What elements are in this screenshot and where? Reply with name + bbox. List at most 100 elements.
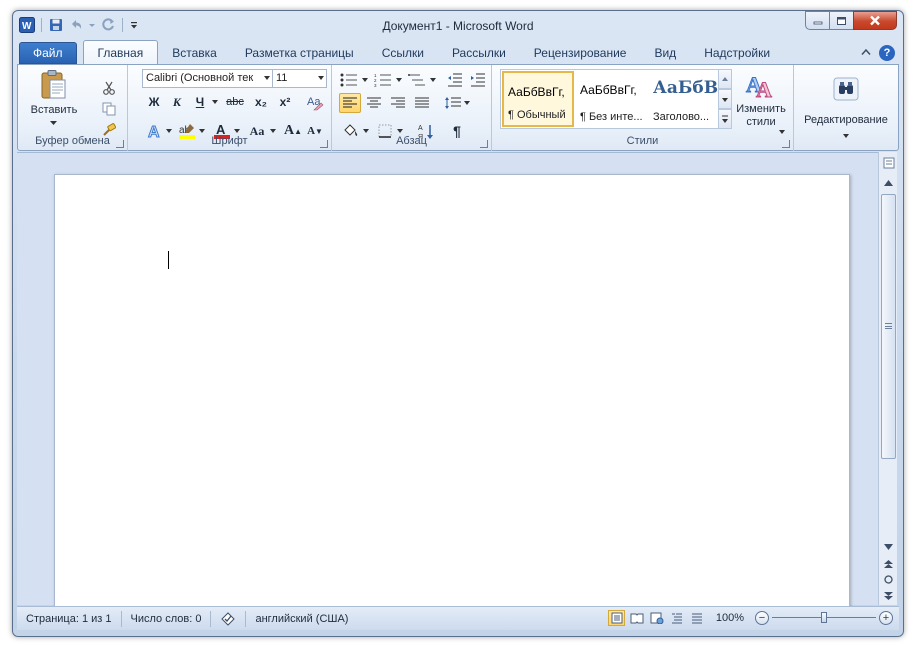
copy-icon[interactable] xyxy=(100,100,118,118)
close-button[interactable] xyxy=(853,11,897,30)
tab-references[interactable]: Ссылки xyxy=(368,42,438,64)
change-styles-icon[interactable]: AA xyxy=(740,69,780,101)
paragraph-launcher-icon[interactable] xyxy=(480,140,488,148)
tab-page-layout[interactable]: Разметка страницы xyxy=(231,42,368,64)
style-normal[interactable]: АаБбВвГг, ¶ Обычный xyxy=(502,71,574,127)
increase-indent-icon[interactable] xyxy=(468,70,488,90)
font-launcher-icon[interactable] xyxy=(320,140,328,148)
tab-insert[interactable]: Вставка xyxy=(158,42,231,64)
gallery-scroll-down-icon[interactable] xyxy=(718,89,732,109)
svg-text:А: А xyxy=(418,125,423,132)
tab-review[interactable]: Рецензирование xyxy=(520,42,641,64)
style-sample: АаБбВвГг, xyxy=(508,85,565,99)
multilevel-list-icon[interactable] xyxy=(406,70,428,90)
paragraph-group: 123 А Я ¶ Абзац xyxy=(332,65,492,151)
page-count-status[interactable]: Страница: 1 из 1 xyxy=(17,610,122,627)
proofing-status[interactable] xyxy=(211,610,247,627)
tab-home[interactable]: Главная xyxy=(82,40,159,64)
paste-button[interactable]: Вставить xyxy=(26,104,82,117)
vertical-scrollbar[interactable] xyxy=(878,152,897,605)
clipboard-launcher-icon[interactable] xyxy=(116,140,124,148)
view-and-zoom-controls: 100% − + xyxy=(608,610,893,626)
previous-page-icon[interactable] xyxy=(881,556,896,571)
chevron-down-icon[interactable] xyxy=(429,70,437,90)
zoom-level[interactable]: 100% xyxy=(708,612,752,624)
style-no-spacing[interactable]: АаБбВвГг, ¶ Без инте... xyxy=(576,71,648,127)
clear-formatting-icon[interactable]: Aa xyxy=(304,91,326,113)
zoom-thumb[interactable] xyxy=(821,612,827,623)
select-browse-object-icon[interactable] xyxy=(881,572,896,587)
minimize-button[interactable] xyxy=(805,11,830,30)
align-left-icon[interactable] xyxy=(339,93,361,113)
editing-dropdown-icon[interactable] xyxy=(842,129,850,142)
paste-dropdown-icon[interactable] xyxy=(48,117,58,130)
chevron-down-icon[interactable] xyxy=(463,93,471,113)
font-name-combo[interactable]: Calibri (Основной тек xyxy=(142,69,273,88)
font-size-combo[interactable]: 11 xyxy=(272,69,327,88)
align-center-icon[interactable] xyxy=(363,93,385,113)
decrease-indent-icon[interactable] xyxy=(445,70,465,90)
gallery-more-icon[interactable] xyxy=(718,109,732,129)
editing-button[interactable]: Редактирование xyxy=(796,114,896,127)
document-area xyxy=(17,152,878,614)
paragraph-group-label: Абзац xyxy=(396,135,427,147)
bold-button[interactable]: Ж xyxy=(144,92,164,112)
style-name: ¶ Без инте... xyxy=(580,111,643,123)
scroll-thumb[interactable] xyxy=(881,194,896,459)
language-status[interactable]: английский (США) xyxy=(246,611,357,627)
print-layout-view-icon[interactable] xyxy=(608,610,625,626)
draft-view-icon[interactable] xyxy=(688,610,705,626)
style-sample: АаБбВ xyxy=(653,78,719,98)
next-page-icon[interactable] xyxy=(881,588,896,603)
maximize-button[interactable] xyxy=(829,11,854,30)
superscript-button[interactable]: x² xyxy=(274,92,296,112)
underline-dropdown-icon[interactable] xyxy=(210,92,220,112)
line-spacing-icon[interactable] xyxy=(442,93,464,113)
paste-icon[interactable] xyxy=(32,68,76,102)
svg-text:A: A xyxy=(756,77,772,100)
cut-icon[interactable] xyxy=(100,79,118,97)
tab-mailings[interactable]: Рассылки xyxy=(438,42,520,64)
word-window: W Документ1 - Microsoft Word Файл Главна… xyxy=(12,10,904,637)
align-right-icon[interactable] xyxy=(387,93,409,113)
numbering-icon[interactable]: 123 xyxy=(372,70,394,90)
zoom-slider[interactable] xyxy=(772,610,876,626)
svg-text:3: 3 xyxy=(374,83,377,87)
chevron-down-icon[interactable] xyxy=(361,70,369,90)
underline-button[interactable]: Ч xyxy=(190,92,210,112)
window-controls xyxy=(805,11,897,30)
scroll-up-icon[interactable] xyxy=(881,175,896,190)
chevron-down-icon[interactable] xyxy=(264,76,270,80)
outline-view-icon[interactable] xyxy=(668,610,685,626)
web-layout-view-icon[interactable] xyxy=(648,610,665,626)
italic-button[interactable]: К xyxy=(167,92,187,112)
chevron-down-icon[interactable] xyxy=(395,70,403,90)
gallery-scroll-up-icon[interactable] xyxy=(718,69,732,89)
strikethrough-button[interactable]: abc xyxy=(223,92,247,112)
chevron-down-icon[interactable] xyxy=(318,76,324,80)
tab-addins[interactable]: Надстройки xyxy=(690,42,784,64)
styles-group: АаБбВвГг, ¶ Обычный АаБбВвГг, ¶ Без инте… xyxy=(492,65,794,151)
word-count-status[interactable]: Число слов: 0 xyxy=(122,610,212,627)
proofing-icon xyxy=(221,611,236,626)
help-icon[interactable]: ? xyxy=(879,45,895,61)
subscript-button[interactable]: x₂ xyxy=(250,92,272,112)
style-name: ¶ Обычный xyxy=(508,109,566,121)
view-ruler-icon[interactable] xyxy=(881,155,896,170)
full-screen-reading-view-icon[interactable] xyxy=(628,610,645,626)
styles-launcher-icon[interactable] xyxy=(782,140,790,148)
tab-view[interactable]: Вид xyxy=(640,42,690,64)
minimize-ribbon-icon[interactable] xyxy=(861,47,871,59)
zoom-out-button[interactable]: − xyxy=(755,611,769,625)
document-page[interactable] xyxy=(54,174,850,614)
style-heading-1[interactable]: АаБбВ Заголово... xyxy=(649,71,721,127)
zoom-in-button[interactable]: + xyxy=(879,611,893,625)
binoculars-icon[interactable] xyxy=(830,75,862,103)
tab-file[interactable]: Файл xyxy=(19,42,77,64)
justify-icon[interactable] xyxy=(411,93,433,113)
minimize-icon xyxy=(813,21,822,24)
style-name: Заголово... xyxy=(653,111,710,123)
scroll-grip xyxy=(885,323,892,329)
bullets-icon[interactable] xyxy=(338,70,360,90)
scroll-down-icon[interactable] xyxy=(881,539,896,554)
